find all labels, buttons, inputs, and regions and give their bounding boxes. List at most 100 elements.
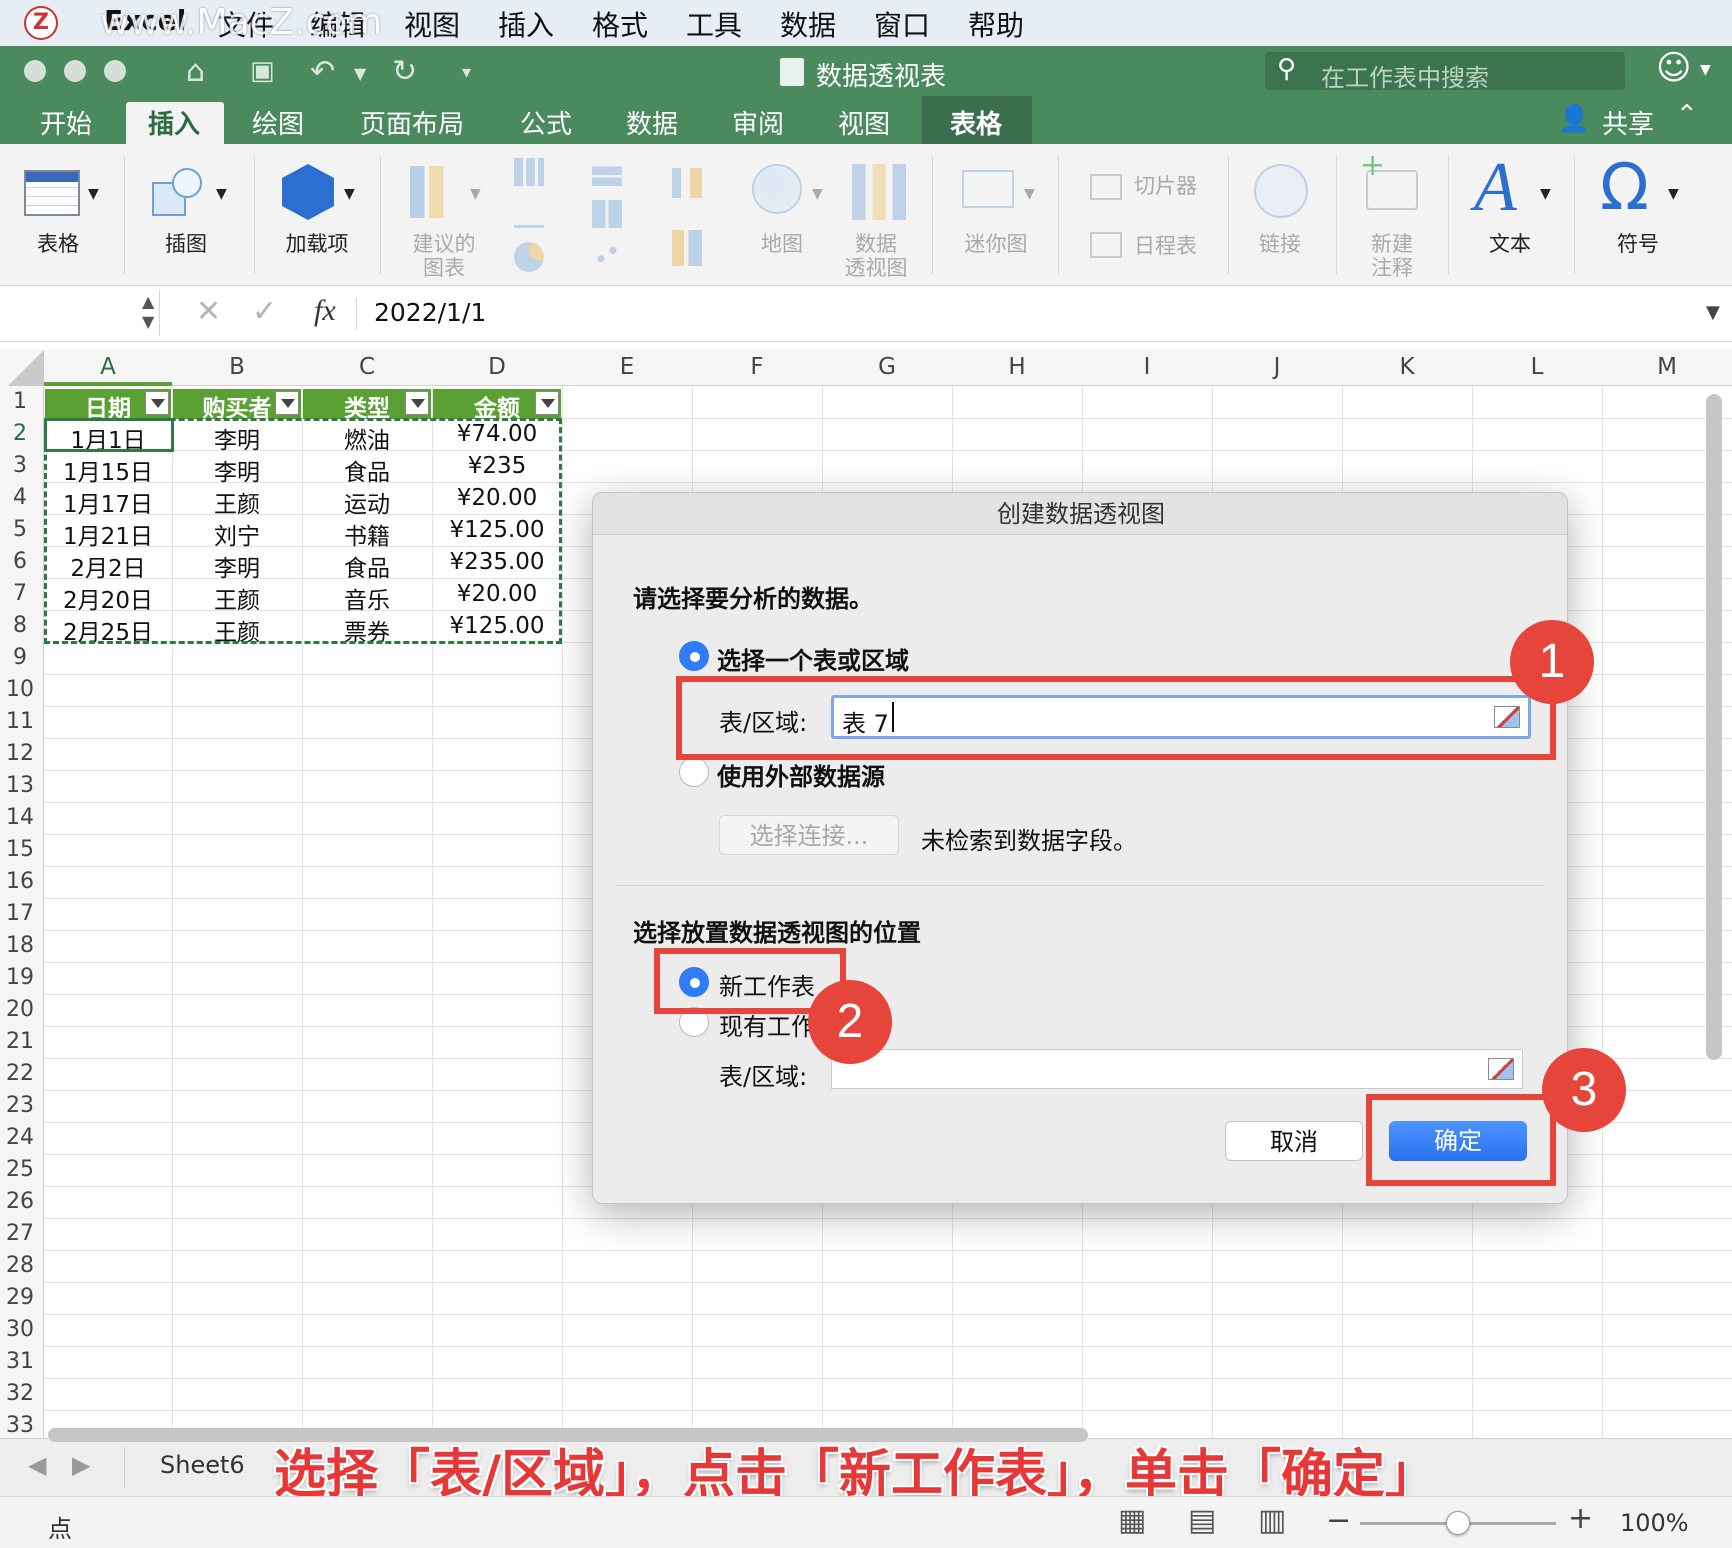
- filter-dropdown-icon[interactable]: [145, 391, 169, 415]
- tab-draw[interactable]: 绘图: [252, 104, 304, 141]
- scatter-chart-icon[interactable]: [592, 242, 622, 270]
- name-box-stepper-icon[interactable]: ▲ ▼: [142, 292, 154, 332]
- slicer-icon[interactable]: [1090, 174, 1122, 200]
- row-header-33[interactable]: 33: [0, 1413, 40, 1438]
- pivot-chart-label-1[interactable]: 数据: [836, 232, 916, 256]
- row-header-31[interactable]: 31: [0, 1349, 40, 1374]
- column-header-L[interactable]: L: [1472, 354, 1602, 380]
- pivot-chart-icon[interactable]: [852, 164, 906, 220]
- row-header-13[interactable]: 13: [0, 773, 40, 798]
- formula-input[interactable]: 2022/1/1: [374, 298, 486, 327]
- table-header-cell[interactable]: 日期: [45, 389, 171, 422]
- symbol-button[interactable]: 符号: [1598, 232, 1678, 256]
- tab-formulas[interactable]: 公式: [520, 104, 572, 141]
- timeline-icon[interactable]: [1090, 232, 1122, 258]
- name-box[interactable]: [0, 290, 160, 336]
- zoom-window-button[interactable]: [104, 60, 126, 82]
- table-header-cell[interactable]: 类型: [303, 389, 431, 422]
- column-header-D[interactable]: D: [432, 354, 562, 380]
- recommended-charts-icon[interactable]: [410, 166, 458, 218]
- illustrations-dropdown-icon[interactable]: ▼: [216, 182, 227, 206]
- expand-formula-icon[interactable]: ▼: [1706, 302, 1720, 323]
- row-header-29[interactable]: 29: [0, 1285, 40, 1310]
- cancel-button[interactable]: 取消: [1225, 1121, 1363, 1161]
- menu-help[interactable]: 帮助: [968, 4, 1024, 44]
- column-chart-icon[interactable]: [514, 158, 544, 186]
- insert-function-icon[interactable]: fx: [314, 294, 336, 328]
- row-header-19[interactable]: 19: [0, 965, 40, 990]
- menu-insert[interactable]: 插入: [498, 4, 554, 44]
- recommended-charts-label-1[interactable]: 建议的: [404, 232, 484, 256]
- addins-cube-icon[interactable]: [282, 164, 334, 220]
- link-button[interactable]: 链接: [1240, 232, 1320, 256]
- new-comment-label-2[interactable]: 注释: [1352, 256, 1432, 280]
- close-window-button[interactable]: [24, 60, 46, 82]
- column-header-A[interactable]: A: [44, 354, 172, 380]
- vertical-scrollbar[interactable]: [1706, 394, 1722, 1060]
- collapse-ribbon-icon[interactable]: ⌃: [1676, 100, 1698, 130]
- tab-insert[interactable]: 插入: [148, 104, 200, 141]
- row-header-28[interactable]: 28: [0, 1253, 40, 1278]
- row-header-18[interactable]: 18: [0, 933, 40, 958]
- pie-chart-icon[interactable]: [514, 242, 544, 272]
- map-globe-icon[interactable]: [752, 164, 802, 214]
- hierarchy-chart-icon[interactable]: [592, 200, 622, 228]
- search-input[interactable]: 在工作表中搜索: [1321, 58, 1489, 93]
- symbol-omega-icon[interactable]: Ω: [1600, 148, 1649, 228]
- table-button[interactable]: 表格: [18, 232, 98, 256]
- map-button[interactable]: 地图: [742, 232, 822, 256]
- column-header-G[interactable]: G: [822, 354, 952, 380]
- column-header-K[interactable]: K: [1342, 354, 1472, 380]
- row-header-30[interactable]: 30: [0, 1317, 40, 1342]
- feedback-dropdown-icon[interactable]: ▼: [1700, 62, 1711, 78]
- zoom-out-icon[interactable]: −: [1326, 1503, 1351, 1538]
- row-header-17[interactable]: 17: [0, 901, 40, 926]
- row-header-4[interactable]: 4: [0, 485, 40, 510]
- column-header-F[interactable]: F: [692, 354, 822, 380]
- label-select-table[interactable]: 选择一个表或区域: [717, 641, 909, 676]
- text-icon[interactable]: A: [1474, 148, 1517, 228]
- redo-icon[interactable]: ↻: [392, 54, 417, 89]
- minimize-window-button[interactable]: [64, 60, 86, 82]
- column-header-I[interactable]: I: [1082, 354, 1212, 380]
- home-icon[interactable]: ⌂: [186, 54, 205, 89]
- link-globe-icon[interactable]: [1254, 164, 1308, 218]
- row-header-20[interactable]: 20: [0, 997, 40, 1022]
- column-header-E[interactable]: E: [562, 354, 692, 380]
- label-external-source[interactable]: 使用外部数据源: [717, 757, 885, 792]
- menu-window[interactable]: 窗口: [874, 4, 930, 44]
- radio-external-source[interactable]: [679, 757, 709, 787]
- normal-view-icon[interactable]: ▦: [1118, 1503, 1146, 1538]
- row-header-15[interactable]: 15: [0, 837, 40, 862]
- row-header-32[interactable]: 32: [0, 1381, 40, 1406]
- tab-page-layout[interactable]: 页面布局: [360, 104, 464, 141]
- row-header-22[interactable]: 22: [0, 1061, 40, 1086]
- location-range-input[interactable]: [831, 1049, 1523, 1089]
- row-header-16[interactable]: 16: [0, 869, 40, 894]
- row-header-24[interactable]: 24: [0, 1125, 40, 1150]
- filter-dropdown-icon[interactable]: [535, 391, 559, 415]
- table-dropdown-icon[interactable]: ▼: [88, 182, 99, 206]
- menu-tools[interactable]: 工具: [686, 4, 742, 44]
- pivot-chart-label-2[interactable]: 透视图: [836, 256, 916, 280]
- row-header-10[interactable]: 10: [0, 677, 40, 702]
- choose-connection-button[interactable]: 选择连接...: [719, 815, 899, 855]
- illustrations-button[interactable]: 插图: [146, 232, 226, 256]
- sparkline-button[interactable]: 迷你图: [952, 232, 1040, 256]
- row-header-5[interactable]: 5: [0, 517, 40, 542]
- text-dropdown-icon[interactable]: ▼: [1540, 182, 1551, 206]
- zoom-slider-thumb[interactable]: [1446, 1511, 1470, 1535]
- map-dropdown-icon[interactable]: ▼: [812, 182, 823, 206]
- menu-data[interactable]: 数据: [780, 4, 836, 44]
- column-header-C[interactable]: C: [302, 354, 432, 380]
- text-button[interactable]: 文本: [1470, 232, 1550, 256]
- row-header-27[interactable]: 27: [0, 1221, 40, 1246]
- timeline-button[interactable]: 日程表: [1134, 234, 1197, 258]
- row-header-12[interactable]: 12: [0, 741, 40, 766]
- row-header-9[interactable]: 9: [0, 645, 40, 670]
- select-all-corner[interactable]: [0, 350, 44, 386]
- row-header-11[interactable]: 11: [0, 709, 40, 734]
- confirm-entry-icon[interactable]: ✓: [252, 294, 277, 329]
- filter-dropdown-icon[interactable]: [275, 391, 299, 415]
- tab-table[interactable]: 表格: [950, 104, 1002, 141]
